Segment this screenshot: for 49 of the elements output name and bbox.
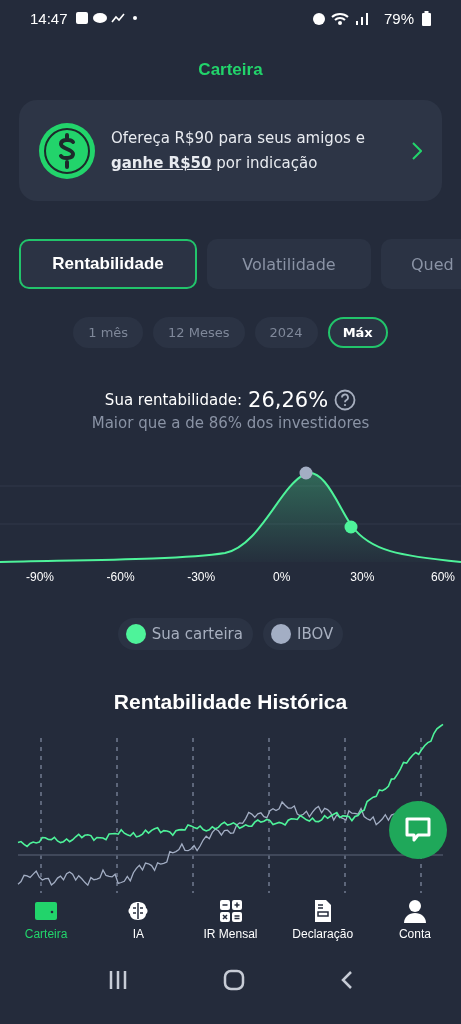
metric-tab[interactable]: Volatilidade xyxy=(207,239,371,289)
battery-percent: 79% xyxy=(383,9,414,27)
referral-text: Ofereça R$90 para seus amigos e ganhe R$50 por indicação xyxy=(111,127,366,174)
recent-apps-icon[interactable] xyxy=(107,970,128,990)
chat-button[interactable] xyxy=(389,801,447,859)
percentile-text: Maior que a de 86% dos investidores xyxy=(90,414,371,432)
axis-label: 60% xyxy=(429,570,456,584)
clock-time: 14:47 xyxy=(30,9,68,27)
chat-icon xyxy=(404,816,432,844)
trend-icon xyxy=(110,13,125,23)
nav-tab[interactable]: IR Mensal xyxy=(184,893,277,953)
nav-tab[interactable]: Carteira xyxy=(0,893,93,953)
period-chip[interactable]: Máx xyxy=(327,317,388,348)
person-icon xyxy=(402,899,427,923)
coin-icon xyxy=(39,122,95,179)
wifi-icon xyxy=(330,12,349,25)
return-value: 26,26% xyxy=(248,388,329,412)
battery-icon xyxy=(422,10,431,26)
chevron-right-icon xyxy=(412,141,422,160)
page-title: Carteira xyxy=(197,60,264,80)
wallet-icon xyxy=(34,899,59,923)
return-label: Sua rentabilidade: xyxy=(104,391,243,409)
nav-tab[interactable]: Conta xyxy=(368,893,461,953)
benchmark-marker xyxy=(299,466,313,480)
help-icon[interactable] xyxy=(334,389,357,411)
period-chip[interactable]: 1 mês xyxy=(73,317,144,348)
axis-label: -30% xyxy=(186,570,217,584)
nav-tab[interactable]: Declaração xyxy=(276,893,369,953)
metric-tab[interactable]: Rentabilidade xyxy=(19,239,197,289)
axis-label: 30% xyxy=(349,570,376,584)
home-icon[interactable] xyxy=(222,969,245,991)
period-chip[interactable]: 2024 xyxy=(254,317,318,348)
signal-icon xyxy=(355,13,368,25)
axis-label: 0% xyxy=(272,570,292,584)
axis-label: -60% xyxy=(105,570,136,584)
metric-tab[interactable]: Qued xyxy=(381,239,461,289)
legend-label: Sua carteira xyxy=(151,625,243,643)
dot-icon xyxy=(132,16,137,20)
legend-chip[interactable]: Sua carteira xyxy=(117,618,253,650)
period-chip[interactable]: 12 Meses xyxy=(153,317,245,348)
section-title: Rentabilidade Histórica xyxy=(112,690,349,714)
referral-banner[interactable]: Ofereça R$90 para seus amigos e ganhe R$50 por indicação xyxy=(19,100,442,201)
back-icon[interactable] xyxy=(339,970,354,990)
portfolio-marker xyxy=(344,520,358,534)
calculator-icon xyxy=(218,899,243,923)
legend-label: IBOV xyxy=(297,625,334,643)
legend-chip[interactable]: IBOV xyxy=(263,618,344,650)
nav-tab[interactable]: IA xyxy=(92,893,185,953)
axis-label: -90% xyxy=(25,570,55,584)
